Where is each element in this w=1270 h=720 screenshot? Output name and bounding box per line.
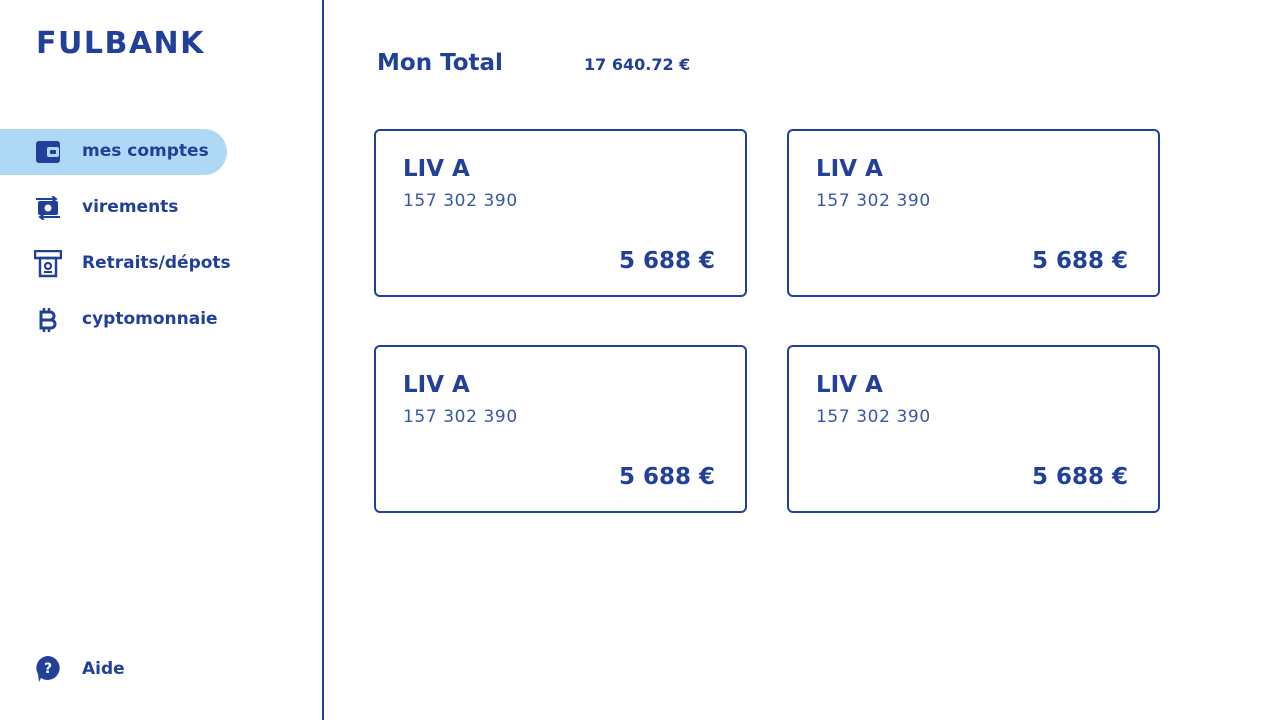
sidebar-item-cryptomonnaie[interactable]: cyptomonnaie xyxy=(0,297,227,343)
account-name: LIV A xyxy=(816,156,883,182)
bitcoin-icon xyxy=(34,307,62,333)
svg-text:?: ? xyxy=(44,661,52,677)
help-label: Aide xyxy=(82,659,125,679)
help-bubble-icon: ? xyxy=(34,656,62,682)
account-amount: 5 688 € xyxy=(618,464,715,490)
total-value: 17 640.72 € xyxy=(584,55,691,74)
account-name: LIV A xyxy=(403,156,470,182)
wallet-icon xyxy=(34,139,62,165)
account-number: 157 302 390 xyxy=(403,407,518,427)
atm-withdraw-icon xyxy=(34,250,62,278)
account-card[interactable]: LIV A 157 302 390 5 688 € xyxy=(374,129,747,297)
account-card[interactable]: LIV A 157 302 390 5 688 € xyxy=(787,129,1160,297)
account-number: 157 302 390 xyxy=(816,191,931,211)
account-number: 157 302 390 xyxy=(403,191,518,211)
sidebar-item-virements[interactable]: virements xyxy=(0,185,227,231)
account-number: 157 302 390 xyxy=(816,407,931,427)
account-card[interactable]: LIV A 157 302 390 5 688 € xyxy=(787,345,1160,513)
account-name: LIV A xyxy=(403,372,470,398)
sidebar-item-label: cyptomonnaie xyxy=(82,309,218,329)
account-name: LIV A xyxy=(816,372,883,398)
sidebar-item-label: virements xyxy=(82,197,179,217)
sidebar-nav: mes comptes virements Retraits/dépots cy… xyxy=(0,129,324,353)
total-title: Mon Total xyxy=(377,50,503,76)
app-logo[interactable]: FULBANK xyxy=(36,26,205,61)
app-root: FULBANK mes comptes virements Retraits/d… xyxy=(0,0,1270,720)
sidebar-item-aide[interactable]: ? Aide xyxy=(0,648,227,692)
account-card[interactable]: LIV A 157 302 390 5 688 € xyxy=(374,345,747,513)
sidebar-item-label: mes comptes xyxy=(82,141,209,161)
account-amount: 5 688 € xyxy=(1031,464,1128,490)
sidebar: FULBANK mes comptes virements Retraits/d… xyxy=(0,0,324,720)
sidebar-item-label: Retraits/dépots xyxy=(82,253,231,273)
transfer-money-icon xyxy=(34,195,62,221)
sidebar-item-mes-comptes[interactable]: mes comptes xyxy=(0,129,227,175)
account-amount: 5 688 € xyxy=(618,248,715,274)
sidebar-item-retraits-depots[interactable]: Retraits/dépots xyxy=(0,241,231,287)
account-amount: 5 688 € xyxy=(1031,248,1128,274)
